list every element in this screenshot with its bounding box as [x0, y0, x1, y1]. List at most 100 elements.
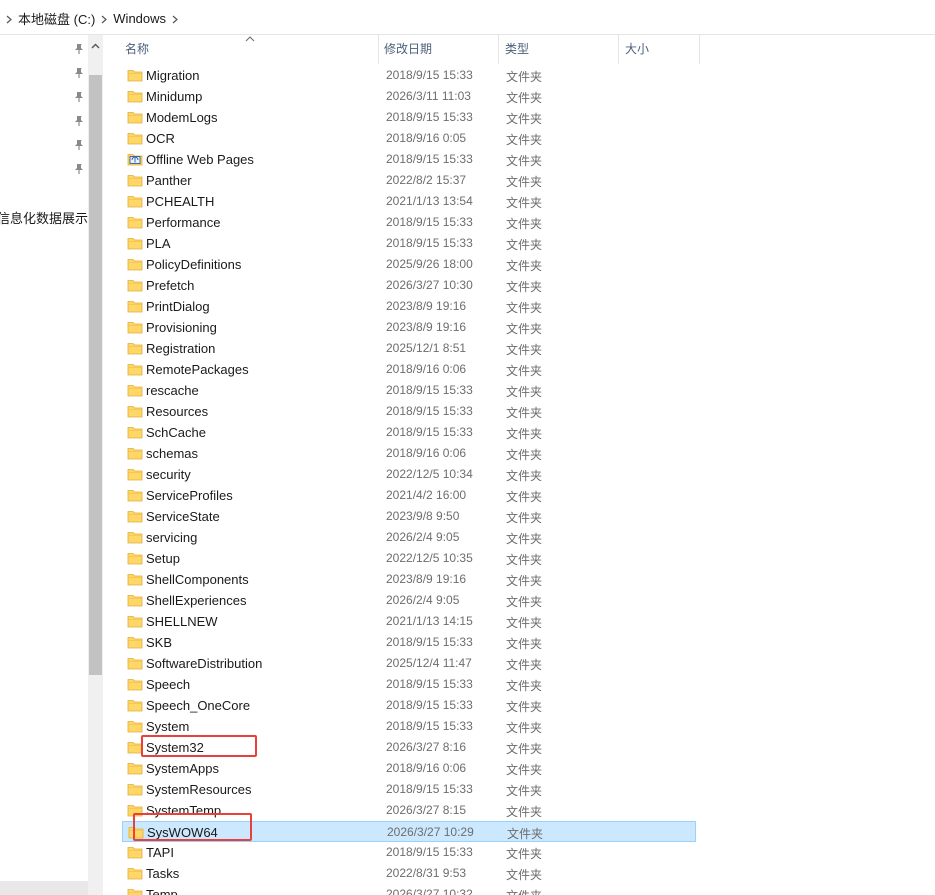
file-row[interactable]: SKB 2018/9/15 15:33 文件夹	[122, 632, 696, 653]
file-date-modified: 2018/9/15 15:33	[386, 236, 473, 250]
file-name: SoftwareDistribution	[146, 656, 263, 671]
nav-item-truncated[interactable]: 信息化数据展示系	[0, 208, 88, 227]
file-row[interactable]: rescache 2018/9/15 15:33 文件夹	[122, 380, 696, 401]
breadcrumb-item-windows[interactable]: Windows	[113, 11, 166, 26]
file-name: ServiceState	[146, 509, 220, 524]
file-row[interactable]: Resources 2018/9/15 15:33 文件夹	[122, 401, 696, 422]
file-row[interactable]: Tasks 2022/8/31 9:53 文件夹	[122, 863, 696, 884]
folder-icon	[127, 193, 143, 209]
file-row[interactable]: PLA 2018/9/15 15:33 文件夹	[122, 233, 696, 254]
horizontal-scrollbar[interactable]	[0, 881, 88, 895]
file-row[interactable]: servicing 2026/2/4 9:05 文件夹	[122, 527, 696, 548]
file-row[interactable]: ServiceState 2023/9/8 9:50 文件夹	[122, 506, 696, 527]
column-size[interactable]: 大小	[621, 35, 700, 64]
file-name: SysWOW64	[147, 825, 218, 840]
file-date-modified: 2026/3/27 8:16	[386, 740, 467, 754]
folder-icon	[127, 676, 143, 692]
folder-icon	[128, 824, 144, 840]
file-row[interactable]: ShellExperiences 2026/2/4 9:05 文件夹	[122, 590, 696, 611]
folder-icon	[127, 550, 143, 566]
column-header: 名称 修改日期 类型 大小	[103, 35, 935, 64]
file-type: 文件夹	[506, 490, 543, 504]
file-row[interactable]: TAPI 2018/9/15 15:33 文件夹	[122, 842, 696, 863]
scrollbar-thumb[interactable]	[89, 75, 102, 675]
file-name: Panther	[146, 173, 192, 188]
file-row[interactable]: Speech_OneCore 2018/9/15 15:33 文件夹	[122, 695, 696, 716]
file-date-modified: 2023/9/8 9:50	[386, 509, 460, 523]
file-row[interactable]: SystemResources 2018/9/15 15:33 文件夹	[122, 779, 696, 800]
file-row[interactable]: Speech 2018/9/15 15:33 文件夹	[122, 674, 696, 695]
file-row[interactable]: Temp 2026/3/27 10:32 文件夹	[122, 884, 696, 895]
file-name: Speech	[146, 677, 191, 692]
column-type[interactable]: 类型	[501, 35, 619, 64]
file-row[interactable]: security 2022/12/5 10:34 文件夹	[122, 464, 696, 485]
folder-icon	[127, 466, 143, 482]
breadcrumb-item-local-disk[interactable]: 本地磁盘 (C:)	[18, 9, 95, 28]
file-type: 文件夹	[506, 175, 543, 189]
file-name: SchCache	[146, 425, 206, 440]
chevron-right-icon[interactable]	[166, 12, 184, 26]
file-row[interactable]: Migration 2018/9/15 15:33 文件夹	[122, 65, 696, 86]
vertical-scrollbar[interactable]	[88, 35, 103, 895]
file-type: 文件夹	[506, 595, 543, 609]
file-row[interactable]: System 2018/9/15 15:33 文件夹	[122, 716, 696, 737]
file-name: Resources	[146, 404, 209, 419]
file-row[interactable]: SysWOW64 2026/3/27 10:29 文件夹	[122, 821, 696, 842]
file-row[interactable]: PolicyDefinitions 2025/9/26 18:00 文件夹	[122, 254, 696, 275]
file-row[interactable]: Provisioning 2023/8/9 19:16 文件夹	[122, 317, 696, 338]
file-row[interactable]: SystemTemp 2026/3/27 8:15 文件夹	[122, 800, 696, 821]
file-date-modified: 2022/8/31 9:53	[386, 866, 467, 880]
chevron-right-icon[interactable]	[95, 12, 113, 26]
file-name: servicing	[146, 530, 198, 545]
file-name: rescache	[146, 383, 199, 398]
address-bar[interactable]: 本地磁盘 (C:) Windows	[0, 0, 935, 35]
file-type: 文件夹	[506, 616, 543, 630]
file-type: 文件夹	[506, 847, 543, 861]
file-row[interactable]: System32 2026/3/27 8:16 文件夹	[122, 737, 696, 758]
scroll-up-arrow-icon[interactable]	[90, 41, 101, 52]
file-row[interactable]: Panther 2022/8/2 15:37 文件夹	[122, 170, 696, 191]
file-type: 文件夹	[506, 427, 543, 441]
pin-icon	[75, 44, 83, 54]
file-name: PrintDialog	[146, 299, 210, 314]
file-row[interactable]: SHELLNEW 2021/1/13 14:15 文件夹	[122, 611, 696, 632]
file-type: 文件夹	[506, 322, 543, 336]
file-type: 文件夹	[506, 238, 543, 252]
file-list[interactable]: 名称 修改日期 类型 大小 Migration 2018/9/15 15:33 文件…	[103, 35, 935, 895]
file-row[interactable]: ServiceProfiles 2021/4/2 16:00 文件夹	[122, 485, 696, 506]
file-date-modified: 2025/9/26 18:00	[386, 257, 473, 271]
navigation-pane[interactable]: 信息化数据展示系	[0, 35, 88, 895]
file-row[interactable]: Registration 2025/12/1 8:51 文件夹	[122, 338, 696, 359]
file-row[interactable]: SchCache 2018/9/15 15:33 文件夹	[122, 422, 696, 443]
file-row[interactable]: Performance 2018/9/15 15:33 文件夹	[122, 212, 696, 233]
folder-icon	[127, 634, 143, 650]
offline-web-pages-icon	[127, 151, 143, 167]
file-row[interactable]: schemas 2018/9/16 0:06 文件夹	[122, 443, 696, 464]
folder-icon	[127, 571, 143, 587]
file-name: Speech_OneCore	[146, 698, 251, 713]
file-row[interactable]: PCHEALTH 2021/1/13 13:54 文件夹	[122, 191, 696, 212]
file-row[interactable]: RemotePackages 2018/9/16 0:06 文件夹	[122, 359, 696, 380]
file-row[interactable]: ModemLogs 2018/9/15 15:33 文件夹	[122, 107, 696, 128]
file-row[interactable]: SystemApps 2018/9/16 0:06 文件夹	[122, 758, 696, 779]
file-date-modified: 2026/3/11 11:03	[386, 89, 471, 103]
file-row[interactable]: ShellComponents 2023/8/9 19:16 文件夹	[122, 569, 696, 590]
file-name: System32	[146, 740, 204, 755]
folder-icon	[127, 361, 143, 377]
file-row[interactable]: PrintDialog 2023/8/9 19:16 文件夹	[122, 296, 696, 317]
file-row[interactable]: OCR 2018/9/16 0:05 文件夹	[122, 128, 696, 149]
folder-icon	[127, 277, 143, 293]
file-row[interactable]: SoftwareDistribution 2025/12/4 11:47 文件夹	[122, 653, 696, 674]
file-row[interactable]: Prefetch 2026/3/27 10:30 文件夹	[122, 275, 696, 296]
folder-icon	[127, 844, 143, 860]
column-name[interactable]: 名称	[121, 35, 379, 64]
file-type: 文件夹	[506, 154, 543, 168]
file-row[interactable]: Minidump 2026/3/11 11:03 文件夹	[122, 86, 696, 107]
file-type: 文件夹	[506, 133, 543, 147]
file-row[interactable]: Offline Web Pages 2018/9/15 15:33 文件夹	[122, 149, 696, 170]
column-date-modified[interactable]: 修改日期	[380, 35, 499, 64]
folder-icon	[127, 319, 143, 335]
file-type: 文件夹	[506, 868, 543, 882]
file-date-modified: 2022/8/2 15:37	[386, 173, 467, 187]
file-row[interactable]: Setup 2022/12/5 10:35 文件夹	[122, 548, 696, 569]
